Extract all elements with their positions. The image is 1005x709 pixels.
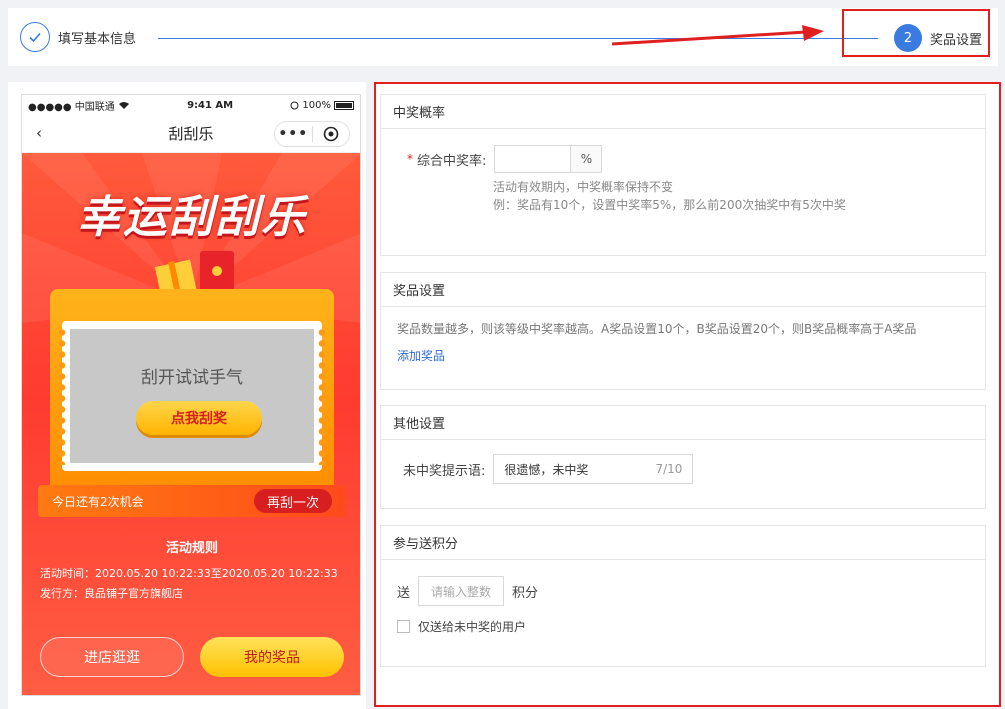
probability-input-group: % — [494, 145, 603, 173]
probability-title: 中奖概率 — [381, 95, 985, 129]
points-checkbox[interactable] — [397, 620, 410, 633]
miss-tip-value: 很遗憾，未中奖 — [504, 462, 589, 477]
points-suffix: 积分 — [512, 585, 539, 601]
chance-bar: 今日还有2次机会 再刮一次 — [38, 485, 346, 517]
points-card: 参与送积分 送 请输入整数 积分 仅送给未中奖的用户 — [380, 525, 986, 667]
scratch-area[interactable]: 刮开试试手气 点我刮奖 — [70, 329, 314, 463]
prize-card: 奖品设置 奖品数量越多，则该等级中奖率越高。A奖品设置10个，B奖品设置20个，… — [380, 272, 986, 390]
scratch-text: 刮开试试手气 — [141, 368, 243, 388]
battery-icon — [333, 100, 354, 110]
points-checkbox-row[interactable]: 仅送给未中奖的用户 — [397, 618, 526, 635]
phone-preview: ●●●●● 中国联通 9:41 AM 100% ‹ 刮刮乐 ••• 幸运刮刮乐 … — [21, 94, 361, 696]
my-prize-button[interactable]: 我的奖品 — [200, 637, 344, 677]
points-title: 参与送积分 — [381, 526, 985, 560]
prize-title: 奖品设置 — [381, 273, 985, 307]
step-1[interactable]: 填写基本信息 — [20, 22, 136, 52]
store-button[interactable]: 进店逛逛 — [40, 637, 184, 677]
again-button[interactable]: 再刮一次 — [254, 489, 332, 513]
prize-desc: 奖品数量越多，则该等级中奖率越高。A奖品设置10个，B奖品设置20个，则B奖品概… — [397, 322, 917, 336]
poster-headline: 幸运刮刮乐 — [77, 192, 307, 243]
scratch-poster: 幸运刮刮乐 刮开试试手气 点我刮奖 今日还有2次机会 再刮一次 活动规则 活动时… — [22, 153, 360, 695]
close-target-icon[interactable] — [312, 126, 349, 142]
check-icon — [20, 22, 50, 52]
probability-hint-1: 活动有效期内，中奖概率保持不变 — [493, 180, 674, 194]
probability-card: 中奖概率 * 综合中奖率: % 活动有效期内，中奖概率保持不变 例：奖品有10个… — [380, 94, 986, 256]
wifi-icon — [118, 101, 129, 109]
step-highlight-box — [842, 9, 990, 57]
step-1-label: 填写基本信息 — [58, 31, 137, 47]
status-bar: ●●●●● 中国联通 9:41 AM 100% — [22, 95, 360, 115]
add-prize-link[interactable]: 添加奖品 — [397, 347, 445, 364]
probability-row: * 综合中奖率: % — [407, 145, 603, 173]
rules-issuer: 发行方：良品铺子官方旗舰店 — [40, 587, 183, 600]
mini-navbar: ‹ 刮刮乐 ••• — [22, 115, 360, 153]
miss-tip-input[interactable]: 很遗憾，未中奖 7/10 — [493, 454, 694, 484]
red-arrow-annotation — [611, 25, 824, 46]
preview-panel: ●●●●● 中国联通 9:41 AM 100% ‹ 刮刮乐 ••• 幸运刮刮乐 … — [8, 82, 366, 709]
miss-tip-label: 未中奖提示语: — [403, 463, 486, 479]
mini-capsule: ••• — [274, 121, 350, 147]
rules-title: 活动规则 — [165, 541, 218, 556]
other-title: 其他设置 — [381, 406, 985, 440]
scratch-button[interactable]: 点我刮奖 — [136, 401, 262, 435]
miss-tip-row: 未中奖提示语: 很遗憾，未中奖 7/10 — [403, 454, 694, 484]
settings-panel: 中奖概率 * 综合中奖率: % 活动有效期内，中奖概率保持不变 例：奖品有10个… — [374, 82, 999, 706]
required-mark: * — [407, 152, 413, 166]
more-icon[interactable]: ••• — [275, 126, 312, 142]
mini-title: 刮刮乐 — [168, 125, 214, 143]
points-input[interactable]: 请输入整数 — [418, 576, 505, 606]
probability-hint-2: 例：奖品有10个，设置中奖率5%，那么前200次抽奖中有5次中奖 — [493, 198, 846, 212]
carrier: ●●●●● 中国联通 — [28, 101, 115, 113]
points-prefix: 送 — [397, 585, 411, 601]
status-time: 9:41 AM — [187, 99, 234, 111]
points-row: 送 请输入整数 积分 — [397, 576, 538, 606]
percent-suffix: % — [571, 146, 602, 172]
char-count: 7/10 — [655, 462, 683, 476]
battery-percent: 100% — [302, 99, 331, 111]
other-card: 其他设置 未中奖提示语: 很遗憾，未中奖 7/10 — [380, 405, 986, 509]
probability-label: 综合中奖率: — [417, 153, 487, 169]
scratch-ticket: 刮开试试手气 点我刮奖 — [56, 321, 328, 471]
probability-input[interactable] — [495, 146, 572, 172]
alarm-icon — [290, 101, 299, 109]
chance-text: 今日还有2次机会 — [52, 494, 144, 509]
points-checkbox-label: 仅送给未中奖的用户 — [418, 620, 527, 634]
back-icon[interactable]: ‹ — [36, 124, 42, 142]
rules-time: 活动时间：2020.05.20 10:22:33至2020.05.20 10:2… — [40, 567, 338, 580]
